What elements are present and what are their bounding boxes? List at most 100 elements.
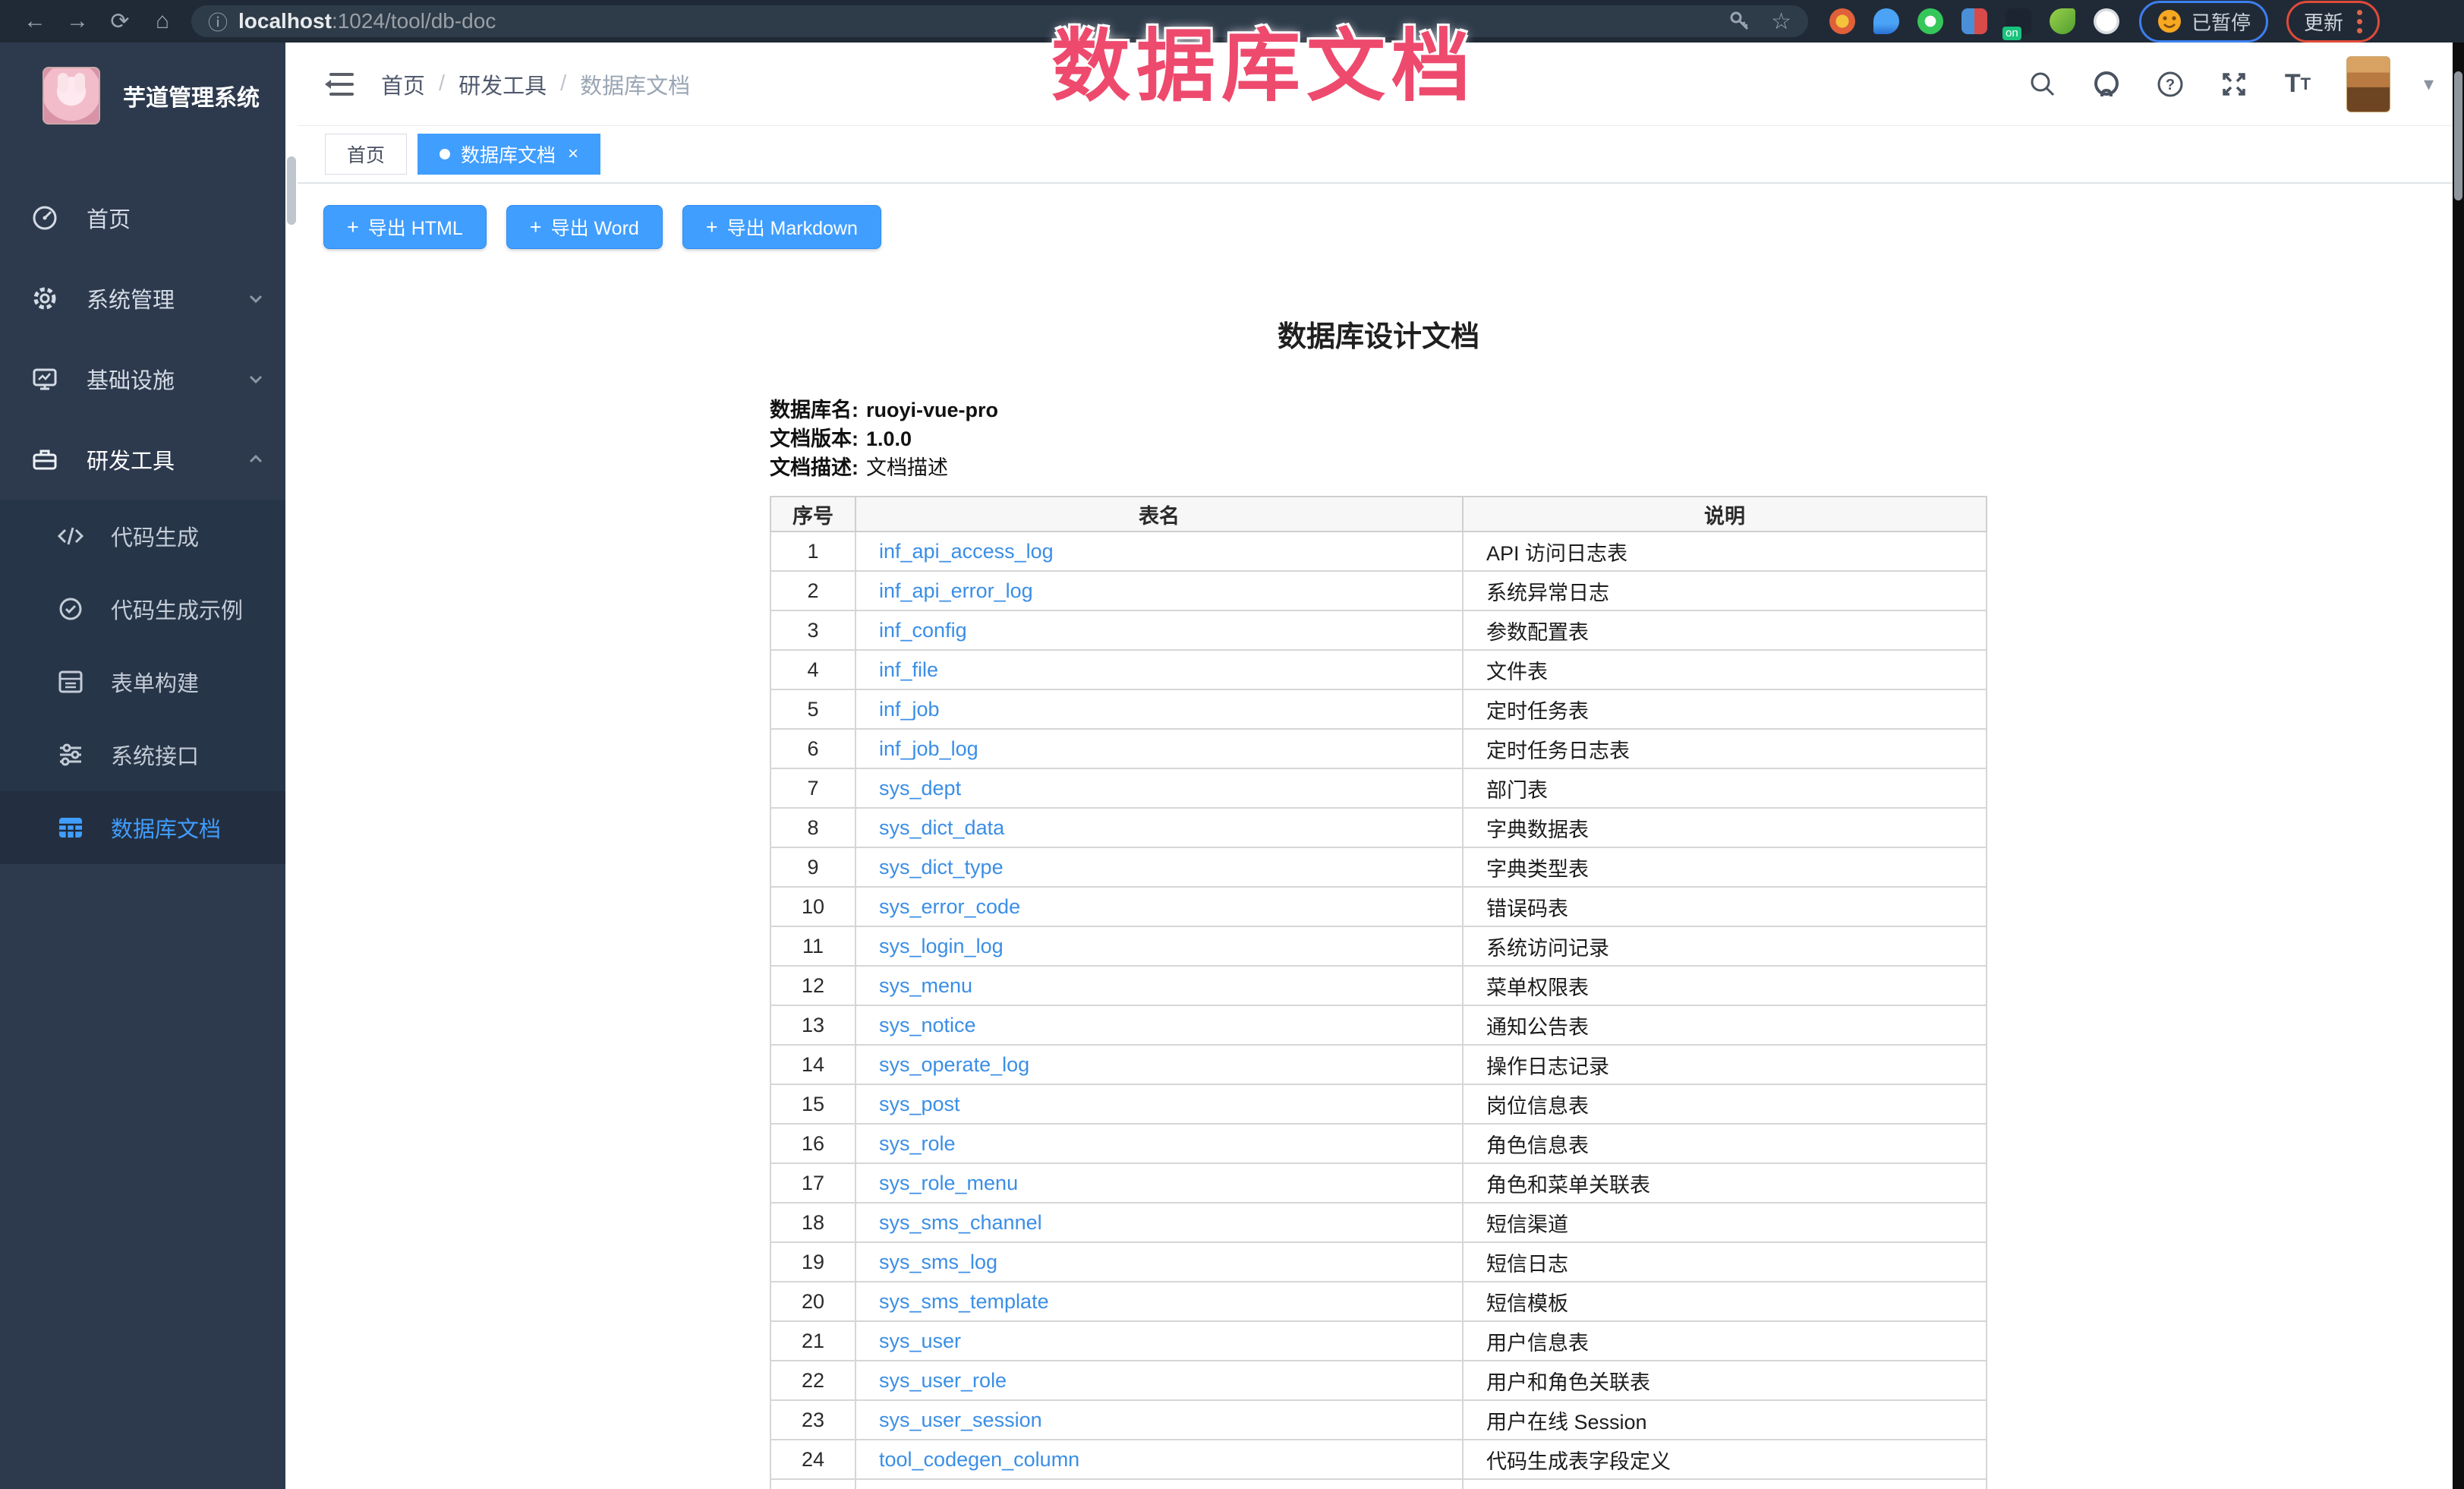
sidebar-item-devtools[interactable]: 研发工具: [0, 419, 296, 500]
bookmark-star-icon[interactable]: ☆: [1771, 8, 1791, 35]
sidebar-scrollbar-thumb[interactable]: [287, 156, 296, 225]
table-name-link[interactable]: sys_login_log: [879, 935, 1004, 957]
export-word-button[interactable]: + 导出 Word: [506, 205, 663, 249]
breadcrumb-home[interactable]: 首页: [381, 68, 425, 100]
sidebar-item-form-builder[interactable]: 表单构建: [0, 645, 296, 718]
main-content: + 导出 HTML + 导出 Word + 导出 Markdown 数据库设计文…: [298, 185, 2464, 1489]
sidebar-item-label: 首页: [87, 202, 266, 234]
extensions-row: on: [1829, 8, 2119, 34]
row-index: 4: [770, 650, 855, 689]
breadcrumb-devtools[interactable]: 研发工具: [458, 68, 547, 100]
table-name-link[interactable]: sys_post: [879, 1093, 960, 1115]
row-index: 8: [770, 808, 855, 847]
row-description: 代码生成表字段定义: [1463, 1440, 1987, 1479]
table-name-link[interactable]: sys_sms_channel: [879, 1211, 1042, 1234]
export-html-button[interactable]: + 导出 HTML: [323, 205, 487, 249]
table-row: 21 sys_user 用户信息表: [770, 1321, 1987, 1361]
site-info-icon[interactable]: ⓘ: [208, 8, 228, 36]
meta-doc-version: 文档版本:1.0.0: [770, 424, 1987, 453]
font-size-icon[interactable]: TT: [2283, 69, 2313, 99]
table-name-link[interactable]: tool_codegen_column: [879, 1448, 1079, 1471]
browser-reload-icon[interactable]: ⟳: [99, 8, 141, 35]
browser-home-icon[interactable]: ⌂: [141, 8, 184, 34]
table-name-link[interactable]: inf_config: [879, 619, 967, 642]
export-markdown-button[interactable]: + 导出 Markdown: [682, 205, 881, 249]
extension-icon-blue-pin[interactable]: [1873, 8, 1899, 34]
tab-label: 数据库文档: [461, 140, 556, 168]
row-description: 文件表: [1463, 650, 1987, 689]
table-row: 3 inf_config 参数配置表: [770, 610, 1987, 650]
sidebar-item-api[interactable]: 系统接口: [0, 718, 296, 791]
row-index: 9: [770, 847, 855, 887]
update-button[interactable]: 更新: [2304, 8, 2343, 36]
sidebar-scrollbar[interactable]: [285, 43, 298, 1489]
table-row: 13 sys_notice 通知公告表: [770, 1005, 1987, 1045]
sidebar-item-system[interactable]: 系统管理: [0, 258, 296, 339]
extension-on-badge: on: [2002, 27, 2021, 40]
sidebar-item-home[interactable]: 首页: [0, 178, 296, 258]
table-row: 20 sys_sms_template 短信模板: [770, 1282, 1987, 1321]
fullscreen-icon[interactable]: [2219, 69, 2249, 99]
row-description: 系统异常日志: [1463, 571, 1987, 610]
help-icon[interactable]: ?: [2155, 69, 2185, 99]
sidebar-toggle-icon[interactable]: [323, 71, 354, 97]
search-icon[interactable]: [2028, 69, 2058, 99]
table-row: 12 sys_menu 菜单权限表: [770, 966, 1987, 1005]
browser-forward-icon[interactable]: →: [56, 8, 99, 34]
sidebar-item-label: 系统管理: [87, 282, 246, 314]
close-icon[interactable]: ×: [568, 144, 578, 165]
row-description: 部门表: [1463, 768, 1987, 808]
row-index: 17: [770, 1163, 855, 1203]
sidebar-item-db-doc[interactable]: 数据库文档: [0, 791, 296, 864]
extension-icon-grid[interactable]: [1961, 8, 1987, 34]
table-name-link[interactable]: sys_dict_type: [879, 856, 1004, 879]
extension-paused-chip[interactable]: 已暂停: [2139, 1, 2268, 43]
browser-menu-icon[interactable]: [2357, 10, 2362, 33]
table-name-link[interactable]: inf_file: [879, 658, 938, 681]
sidebar-item-label: 代码生成: [111, 520, 199, 552]
tab-db-doc[interactable]: 数据库文档 ×: [417, 134, 600, 175]
col-header-no: 序号: [770, 497, 855, 532]
gear-icon: [30, 284, 59, 313]
plus-icon: +: [347, 216, 359, 239]
table-name-link[interactable]: sys_role_menu: [879, 1172, 1018, 1194]
browser-back-icon[interactable]: ←: [14, 8, 56, 34]
table-name-link[interactable]: sys_error_code: [879, 895, 1020, 918]
extension-icon-puzzle[interactable]: [2094, 8, 2119, 34]
sidebar-item-codegen-demo[interactable]: 代码生成示例: [0, 573, 296, 645]
table-name-link[interactable]: inf_api_access_log: [879, 540, 1054, 563]
table-name-link[interactable]: inf_job_log: [879, 737, 978, 760]
table-name-link[interactable]: sys_sms_template: [879, 1290, 1049, 1313]
table-name-link[interactable]: sys_dept: [879, 777, 961, 800]
user-avatar[interactable]: [2346, 56, 2390, 112]
sidebar-item-codegen[interactable]: 代码生成: [0, 500, 296, 573]
page-scrollbar-thumb[interactable]: [2454, 71, 2462, 200]
table-name-link[interactable]: sys_sms_log: [879, 1251, 997, 1273]
table-icon: [56, 813, 85, 842]
page-scrollbar[interactable]: [2453, 43, 2464, 1489]
code-icon: [56, 522, 85, 550]
password-key-icon[interactable]: [1728, 10, 1751, 33]
table-name-link[interactable]: sys_user: [879, 1330, 961, 1352]
tab-home[interactable]: 首页: [325, 134, 407, 175]
sidebar-item-infra[interactable]: 基础设施: [0, 339, 296, 419]
table-name-link[interactable]: inf_api_error_log: [879, 579, 1033, 602]
table-name-link[interactable]: sys_notice: [879, 1014, 976, 1036]
table-row: 1 inf_api_access_log API 访问日志表: [770, 532, 1987, 571]
github-icon[interactable]: [2091, 69, 2122, 99]
table-name-link[interactable]: inf_job: [879, 698, 940, 721]
table-name-link[interactable]: sys_dict_data: [879, 816, 1004, 839]
table-name-link[interactable]: sys_role: [879, 1132, 956, 1155]
user-menu-caret-icon[interactable]: ▾: [2424, 72, 2434, 96]
address-bar[interactable]: ⓘ localhost:1024/tool/db-doc ☆: [191, 5, 1808, 37]
table-name-link[interactable]: sys_menu: [879, 974, 972, 997]
table-name-link[interactable]: sys_user_role: [879, 1369, 1007, 1392]
table-row: 2 inf_api_error_log 系统异常日志: [770, 571, 1987, 610]
extension-icon-green-check[interactable]: [1917, 8, 1943, 34]
row-description: 定时任务表: [1463, 689, 1987, 729]
table-name-link[interactable]: sys_user_session: [879, 1409, 1042, 1431]
extension-icon-switch[interactable]: on: [2006, 8, 2031, 34]
extension-icon-orange[interactable]: [1829, 8, 1855, 34]
extension-icon-leaf[interactable]: [2050, 8, 2075, 34]
table-name-link[interactable]: sys_operate_log: [879, 1053, 1029, 1076]
